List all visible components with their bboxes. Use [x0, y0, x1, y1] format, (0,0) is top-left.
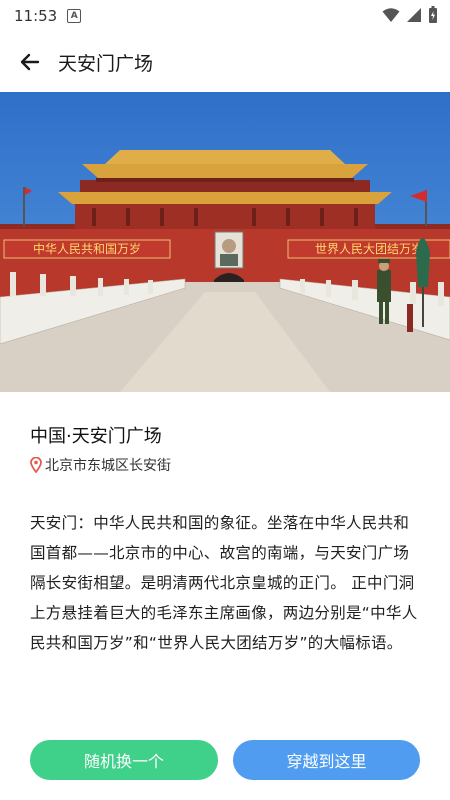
page-title: 天安门广场: [58, 52, 154, 75]
app-bar: 天安门广场: [0, 36, 450, 88]
travel-button[interactable]: 穿越到这里: [233, 740, 420, 780]
banner-left: 中华人民共和国万岁: [33, 241, 141, 256]
signal-icon: [407, 8, 421, 22]
battery-icon: [429, 6, 437, 23]
status-icons: [382, 6, 438, 24]
place-photo: 中华人民共和国万岁 世界人民大团结万岁: [0, 92, 450, 392]
location-text: 北京市东城区长安街: [45, 458, 171, 474]
random-button[interactable]: 随机换一个: [30, 740, 218, 780]
place-location: 北京市东城区长安街: [30, 455, 171, 475]
banner-right: 世界人民大团结万岁: [315, 241, 423, 256]
place-description: 天安门：中华人民共和国的象征。坐落在中华人民共和国首都——北京市的中心、故宫的南…: [30, 514, 418, 652]
location-pin-icon: [30, 457, 42, 473]
wifi-icon: [382, 8, 400, 22]
status-bar: 11:53 A: [0, 0, 450, 32]
place-title: 中国·天安门广场: [30, 426, 162, 447]
notification-icon: A: [67, 9, 82, 23]
back-button[interactable]: [8, 40, 52, 84]
back-arrow-icon: [20, 53, 40, 71]
status-time: 11:53: [14, 7, 58, 25]
